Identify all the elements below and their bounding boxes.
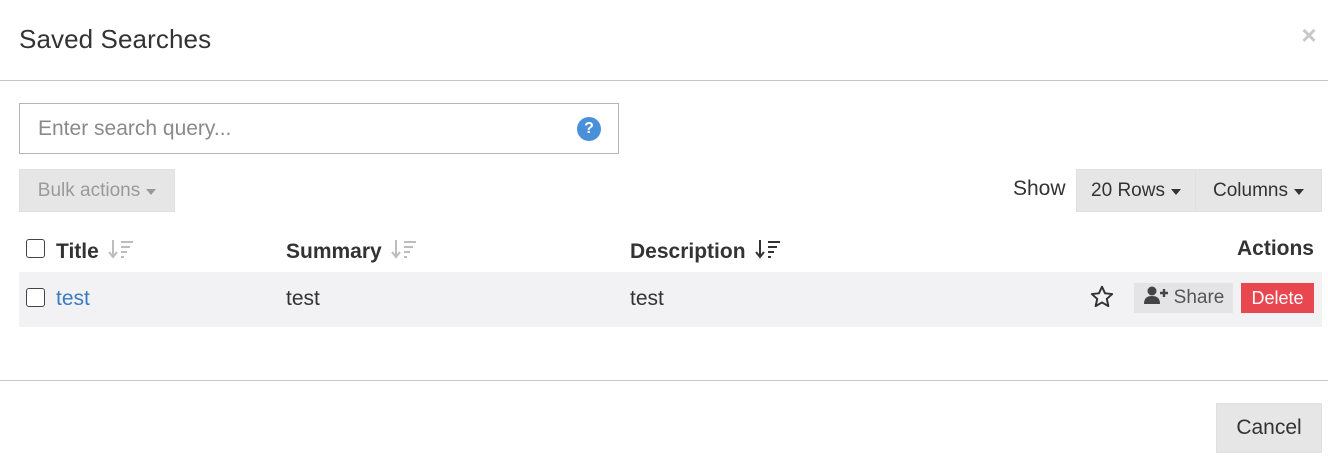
bulk-actions-button[interactable]: Bulk actions [19, 169, 175, 212]
columns-label: Columns [1213, 179, 1288, 201]
close-icon[interactable]: × [1298, 22, 1320, 48]
saved-search-title-link[interactable]: test [56, 287, 90, 311]
saved-searches-dialog: Saved Searches × ? Bulk actions Show 20 … [0, 0, 1328, 460]
delete-button[interactable]: Delete [1241, 283, 1314, 313]
column-header-actions: Actions [1236, 237, 1314, 260]
rows-per-page-dropdown[interactable]: 20 Rows [1076, 169, 1196, 212]
star-icon[interactable] [1089, 284, 1115, 310]
sort-active-icon[interactable] [754, 237, 782, 267]
select-all-checkbox[interactable] [26, 239, 45, 258]
columns-dropdown[interactable]: Columns [1195, 169, 1322, 212]
column-header-title-label: Title [56, 240, 99, 263]
column-header-summary-label: Summary [286, 240, 382, 263]
table-row: test test test Share Delete [19, 272, 1322, 327]
caret-down-icon [1170, 188, 1181, 195]
column-header-summary[interactable]: Summary [286, 237, 418, 267]
bulk-actions-label: Bulk actions [37, 179, 141, 201]
column-header-title[interactable]: Title [56, 237, 135, 267]
column-header-description-label: Description [630, 240, 746, 263]
saved-search-summary: test [286, 287, 320, 310]
show-label: Show [1013, 177, 1066, 200]
search-box: ? [19, 103, 619, 154]
rows-per-page-label: 20 Rows [1091, 179, 1165, 201]
saved-search-description: test [630, 287, 664, 310]
row-checkbox[interactable] [26, 288, 45, 307]
share-label: Share [1173, 287, 1225, 308]
cancel-button[interactable]: Cancel [1216, 403, 1322, 453]
sort-icon[interactable] [107, 237, 135, 267]
footer-divider [0, 380, 1328, 381]
search-input[interactable] [20, 104, 570, 153]
share-button[interactable]: Share [1134, 283, 1233, 313]
column-header-description[interactable]: Description [630, 237, 782, 267]
dialog-title: Saved Searches [19, 24, 212, 54]
sort-icon[interactable] [390, 237, 418, 267]
caret-down-icon [146, 188, 157, 195]
help-icon[interactable]: ? [577, 117, 601, 141]
add-user-icon [1143, 285, 1169, 311]
caret-down-icon [1293, 188, 1304, 195]
dialog-header: Saved Searches × [0, 0, 1328, 81]
